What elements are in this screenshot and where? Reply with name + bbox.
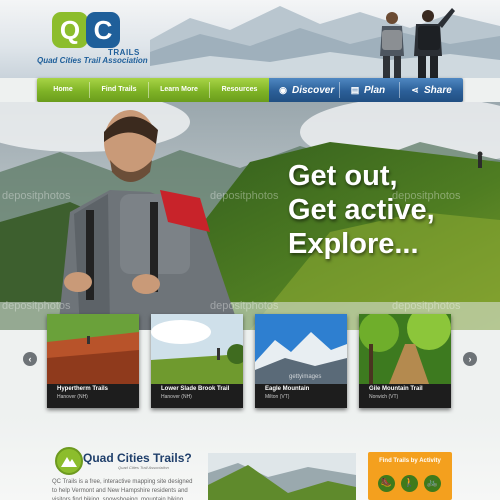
nav-item-resources[interactable]: Resources	[210, 78, 269, 102]
hikers-image	[380, 8, 455, 78]
trail-card-title: Gile Mountain Trail	[369, 386, 423, 392]
nav-divider	[399, 82, 400, 98]
discover-button[interactable]: ◉ Discover	[277, 78, 334, 102]
trail-card-lower-slade-brook[interactable]: Lower Slade Brook Trail Hanover (NH)	[151, 314, 243, 408]
hero-headline-line-2: Get active,	[288, 194, 435, 226]
nav-item-learn-more[interactable]: Learn More	[149, 78, 209, 102]
carousel-prev-button[interactable]: ‹	[23, 352, 37, 366]
trail-card-title: Eagle Mountain	[265, 386, 310, 392]
nav-item-home[interactable]: Home	[37, 78, 89, 102]
trail-card-image	[47, 314, 139, 384]
watermark-text: depositphotos	[392, 300, 461, 312]
plan-label: Plan	[364, 85, 386, 96]
about-body: QC Trails is a free, interactive mapping…	[52, 479, 193, 500]
trail-card-title: Hypertherm Trails	[57, 386, 109, 392]
hiking-icon[interactable]: 🥾	[378, 475, 395, 492]
logo-tagline: Quad Cities Trail Association	[37, 56, 148, 65]
trail-card-image	[359, 314, 451, 384]
carousel-next-button[interactable]: ›	[463, 352, 477, 366]
about-subtitle: Quad Cities Trail Association	[118, 465, 169, 470]
page: Q C TRAILS Quad Cities Trail Association…	[0, 0, 500, 500]
chevron-left-icon: ‹	[28, 354, 32, 364]
gettyimages-watermark: gettyimages	[289, 374, 322, 380]
nav-item-find-trails[interactable]: Find Trails	[90, 78, 148, 102]
biking-icon[interactable]: 🚲	[424, 475, 441, 492]
trail-card-eagle-mountain[interactable]: gettyimages Eagle Mountain Milton (VT)	[255, 314, 347, 408]
trail-card-title: Lower Slade Brook Trail	[161, 386, 230, 392]
mountain-icon	[61, 457, 77, 467]
share-icon: ⋖	[411, 85, 419, 95]
trail-card-location: Hanover (NH)	[57, 394, 88, 400]
map-icon: ▤	[350, 85, 360, 95]
trail-card-image	[151, 314, 243, 384]
share-label: Share	[424, 85, 452, 96]
nav-actions: ◉ Discover ▤ Plan ⋖ Share	[269, 78, 463, 102]
find-trails-title: Find Trails by Activity	[379, 458, 441, 464]
site-header: Q C TRAILS Quad Cities Trail Association	[0, 0, 500, 78]
site-logo[interactable]: Q C TRAILS	[46, 12, 156, 60]
promo-landscape-image[interactable]	[208, 453, 356, 500]
share-button[interactable]: ⋖ Share	[409, 78, 452, 102]
compass-icon: ◉	[279, 85, 287, 95]
watermark-text: depositphotos	[210, 190, 279, 202]
trail-card-gile-mountain[interactable]: Gile Mountain Trail Norwich (VT)	[359, 314, 451, 408]
watermark-text: depositphotos	[2, 190, 71, 202]
plan-button[interactable]: ▤ Plan	[349, 78, 385, 102]
trail-card-hypertherm[interactable]: Hypertherm Trails Hanover (NH)	[47, 314, 139, 408]
watermark-text: depositphotos	[210, 300, 279, 312]
walking-icon[interactable]: 🚶	[401, 475, 418, 492]
nav-primary: Home Find Trails Learn More Resources	[37, 78, 269, 102]
logo-mark-q: Q	[52, 12, 88, 48]
trail-card-location: Hanover (NH)	[161, 394, 192, 400]
trail-card-location: Milton (VT)	[265, 394, 290, 400]
trail-card-location: Norwich (VT)	[369, 394, 399, 400]
nav-divider	[339, 82, 340, 98]
hero-banner: depositphotos depositphotos depositphoto…	[0, 102, 500, 330]
hero-headline-line-3: Explore...	[288, 228, 419, 260]
hero-headline-line-1: Get out,	[288, 160, 398, 192]
about-title: Quad Cities Trails?	[83, 451, 192, 465]
find-trails-panel: Find Trails by Activity 🥾 🚶 🚲	[368, 452, 452, 500]
chevron-right-icon: ›	[468, 354, 472, 364]
logo-mark-c: C	[86, 12, 120, 48]
main-nav: Home Find Trails Learn More Resources ◉ D…	[37, 78, 463, 102]
mountain-badge-icon	[55, 447, 83, 475]
watermark-text: depositphotos	[2, 300, 71, 312]
discover-label: Discover	[292, 85, 335, 96]
